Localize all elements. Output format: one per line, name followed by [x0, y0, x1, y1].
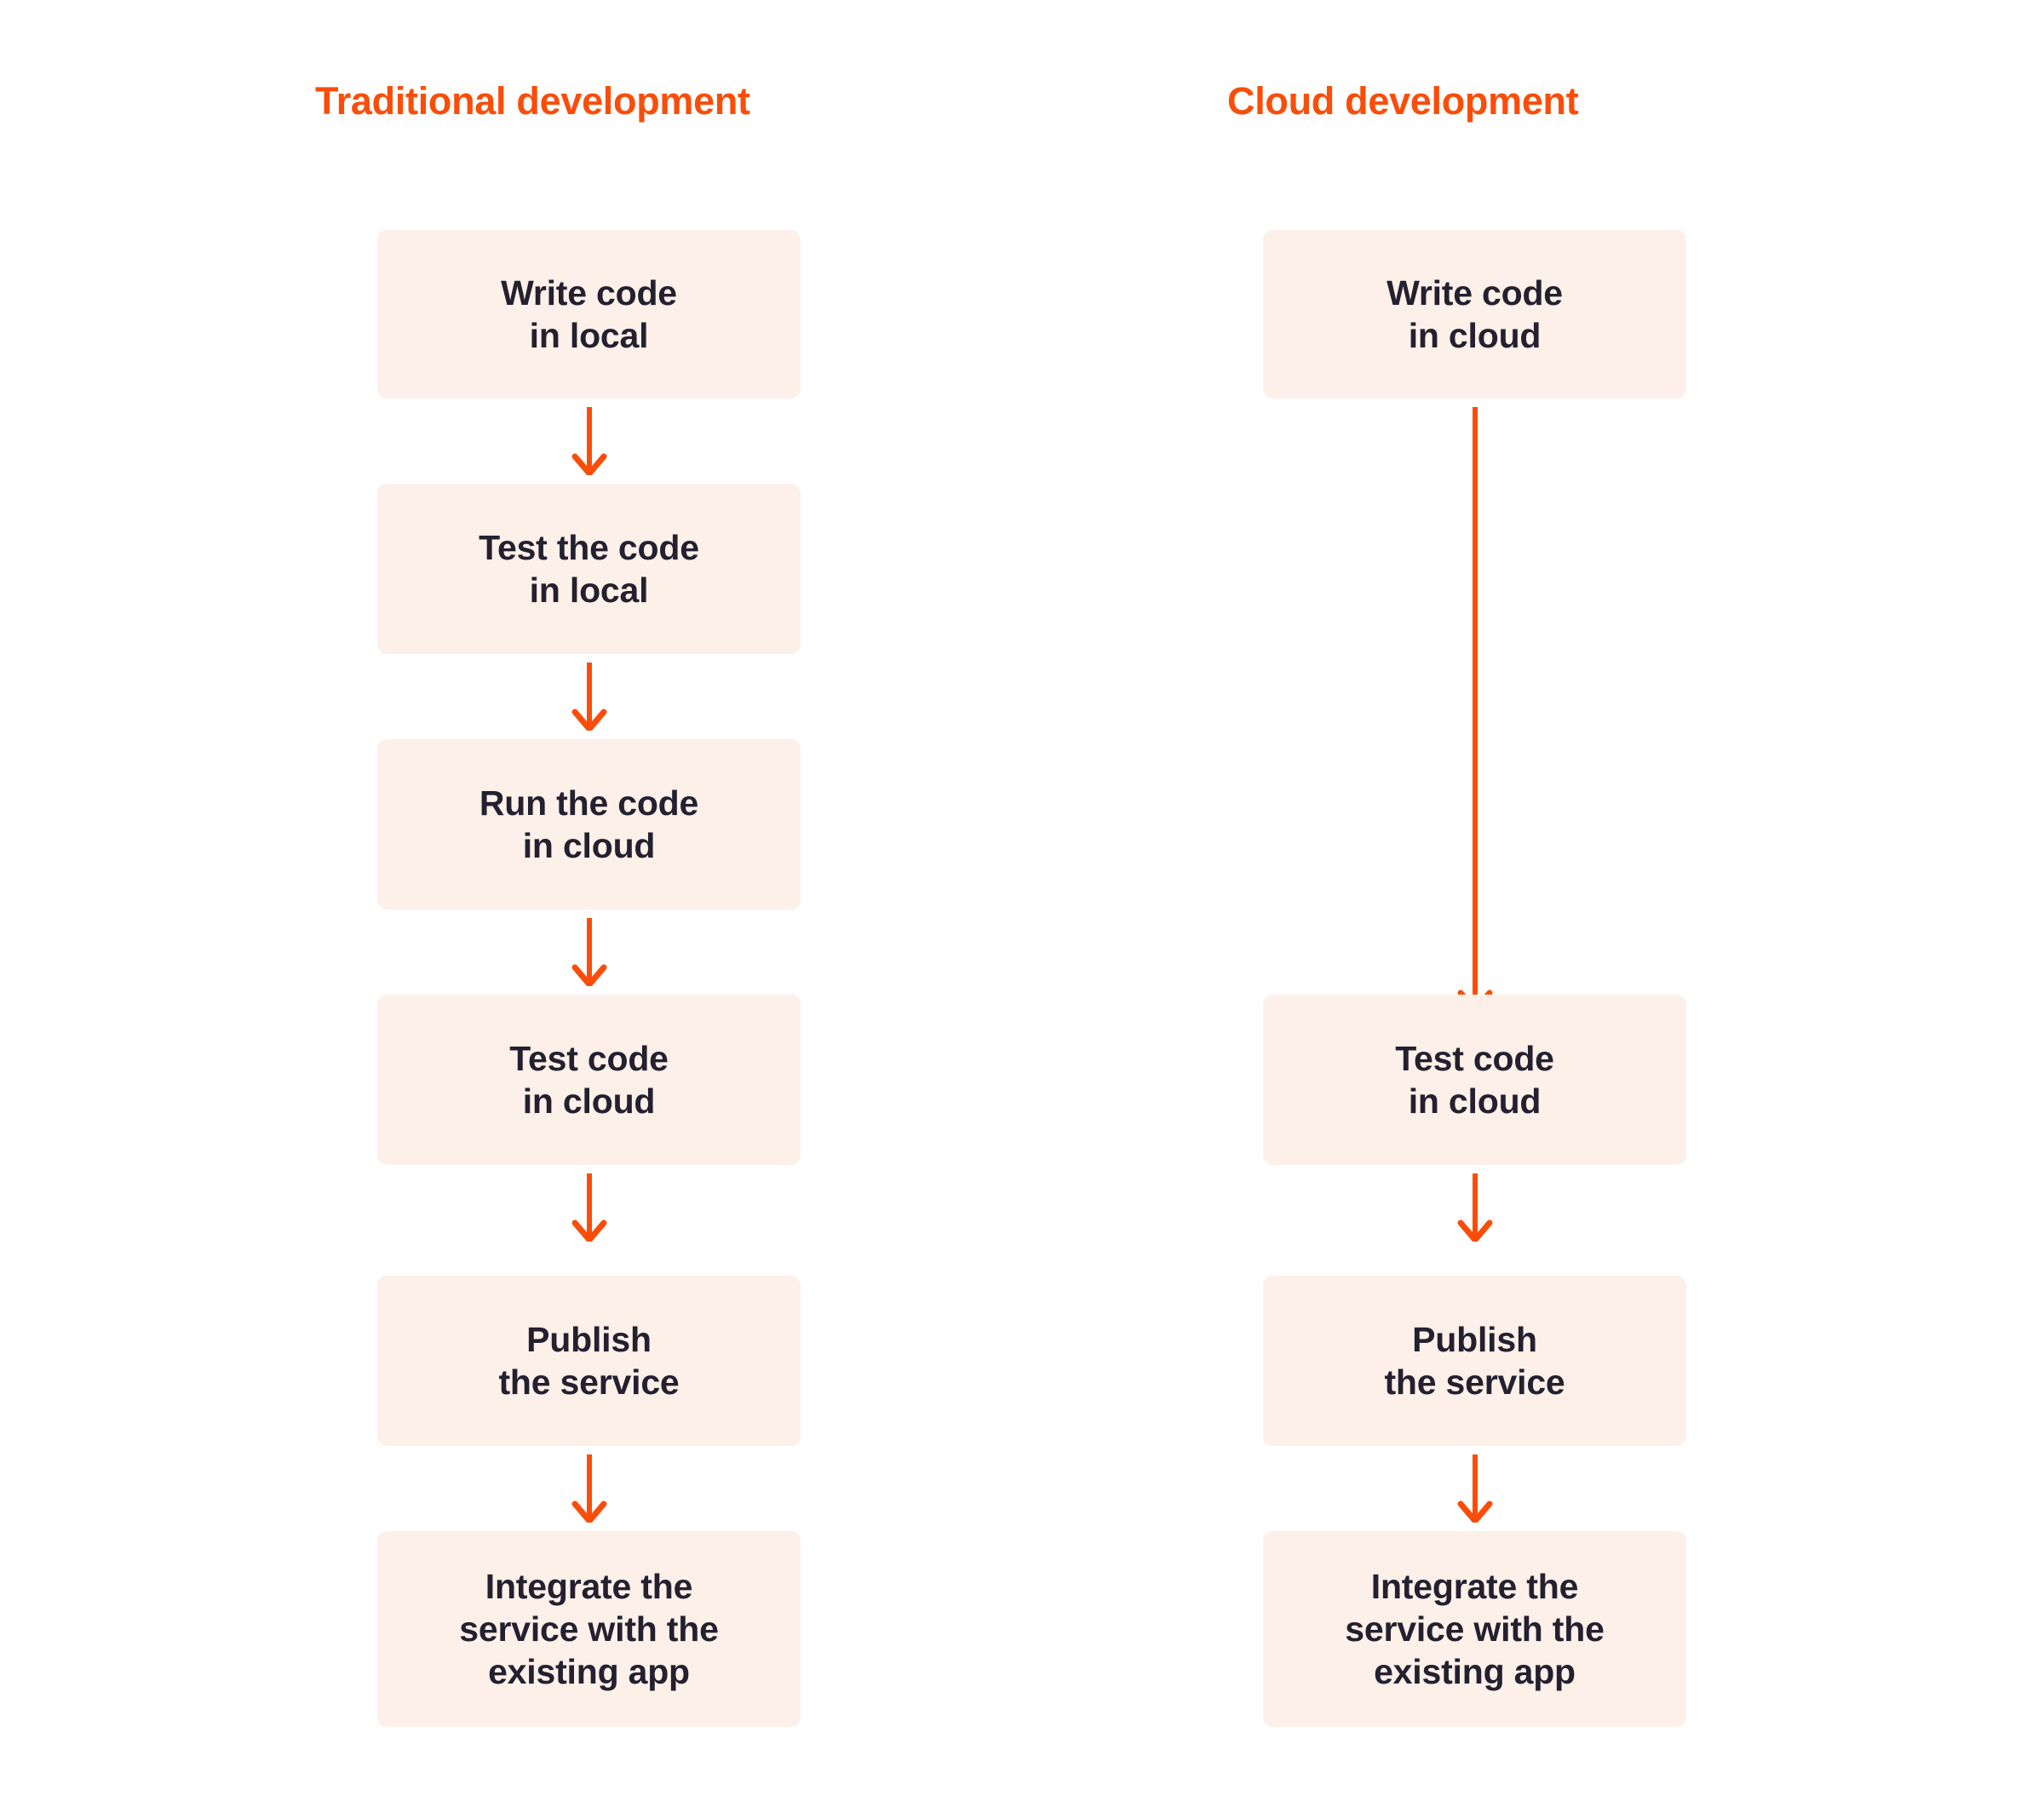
node-label: Write code in local [501, 272, 677, 355]
node-test-the-code-in-local[interactable]: Test the code in local [377, 484, 801, 654]
node-label: Test code in cloud [509, 1038, 669, 1121]
node-write-code-in-local[interactable]: Write code in local [377, 230, 801, 399]
arrow-run-to-test-cloud [564, 918, 615, 986]
node-label: Integrate the service with the existing … [1345, 1566, 1605, 1691]
node-test-code-in-cloud[interactable]: Test code in cloud [377, 995, 801, 1165]
node-write-code-in-cloud[interactable]: Write code in cloud [1263, 230, 1686, 399]
node-label: Run the code in cloud [479, 783, 699, 865]
node-publish-the-service[interactable]: Publish the service [377, 1276, 801, 1446]
node-test-code-in-cloud[interactable]: Test code in cloud [1263, 995, 1686, 1165]
arrow-test-cloud-to-publish [1450, 1173, 1501, 1242]
node-label: Write code in cloud [1387, 272, 1563, 355]
arrow-write-cloud-to-test-cloud-long [1450, 407, 1501, 1012]
diagram-canvas: Traditional development Write code in lo… [0, 0, 2044, 1807]
node-label: Publish the service [1384, 1319, 1565, 1402]
arrow-test-cloud-to-publish [564, 1173, 615, 1242]
arrow-test-to-run [564, 663, 615, 731]
node-integrate-the-service[interactable]: Integrate the service with the existing … [1263, 1531, 1686, 1727]
column-title-cloud-development: Cloud development [1227, 79, 1579, 123]
node-integrate-the-service[interactable]: Integrate the service with the existing … [377, 1531, 801, 1727]
node-publish-the-service[interactable]: Publish the service [1263, 1276, 1686, 1446]
arrow-publish-to-integrate [564, 1454, 615, 1523]
node-label: Test code in cloud [1395, 1038, 1554, 1121]
arrow-publish-to-integrate [1450, 1454, 1501, 1523]
node-label: Test the code in local [479, 527, 699, 610]
node-label: Integrate the service with the existing … [459, 1566, 719, 1691]
column-title-traditional-development: Traditional development [315, 79, 750, 123]
node-label: Publish the service [498, 1319, 680, 1402]
arrow-write-to-test [564, 407, 615, 475]
node-run-the-code-in-cloud[interactable]: Run the code in cloud [377, 739, 801, 909]
